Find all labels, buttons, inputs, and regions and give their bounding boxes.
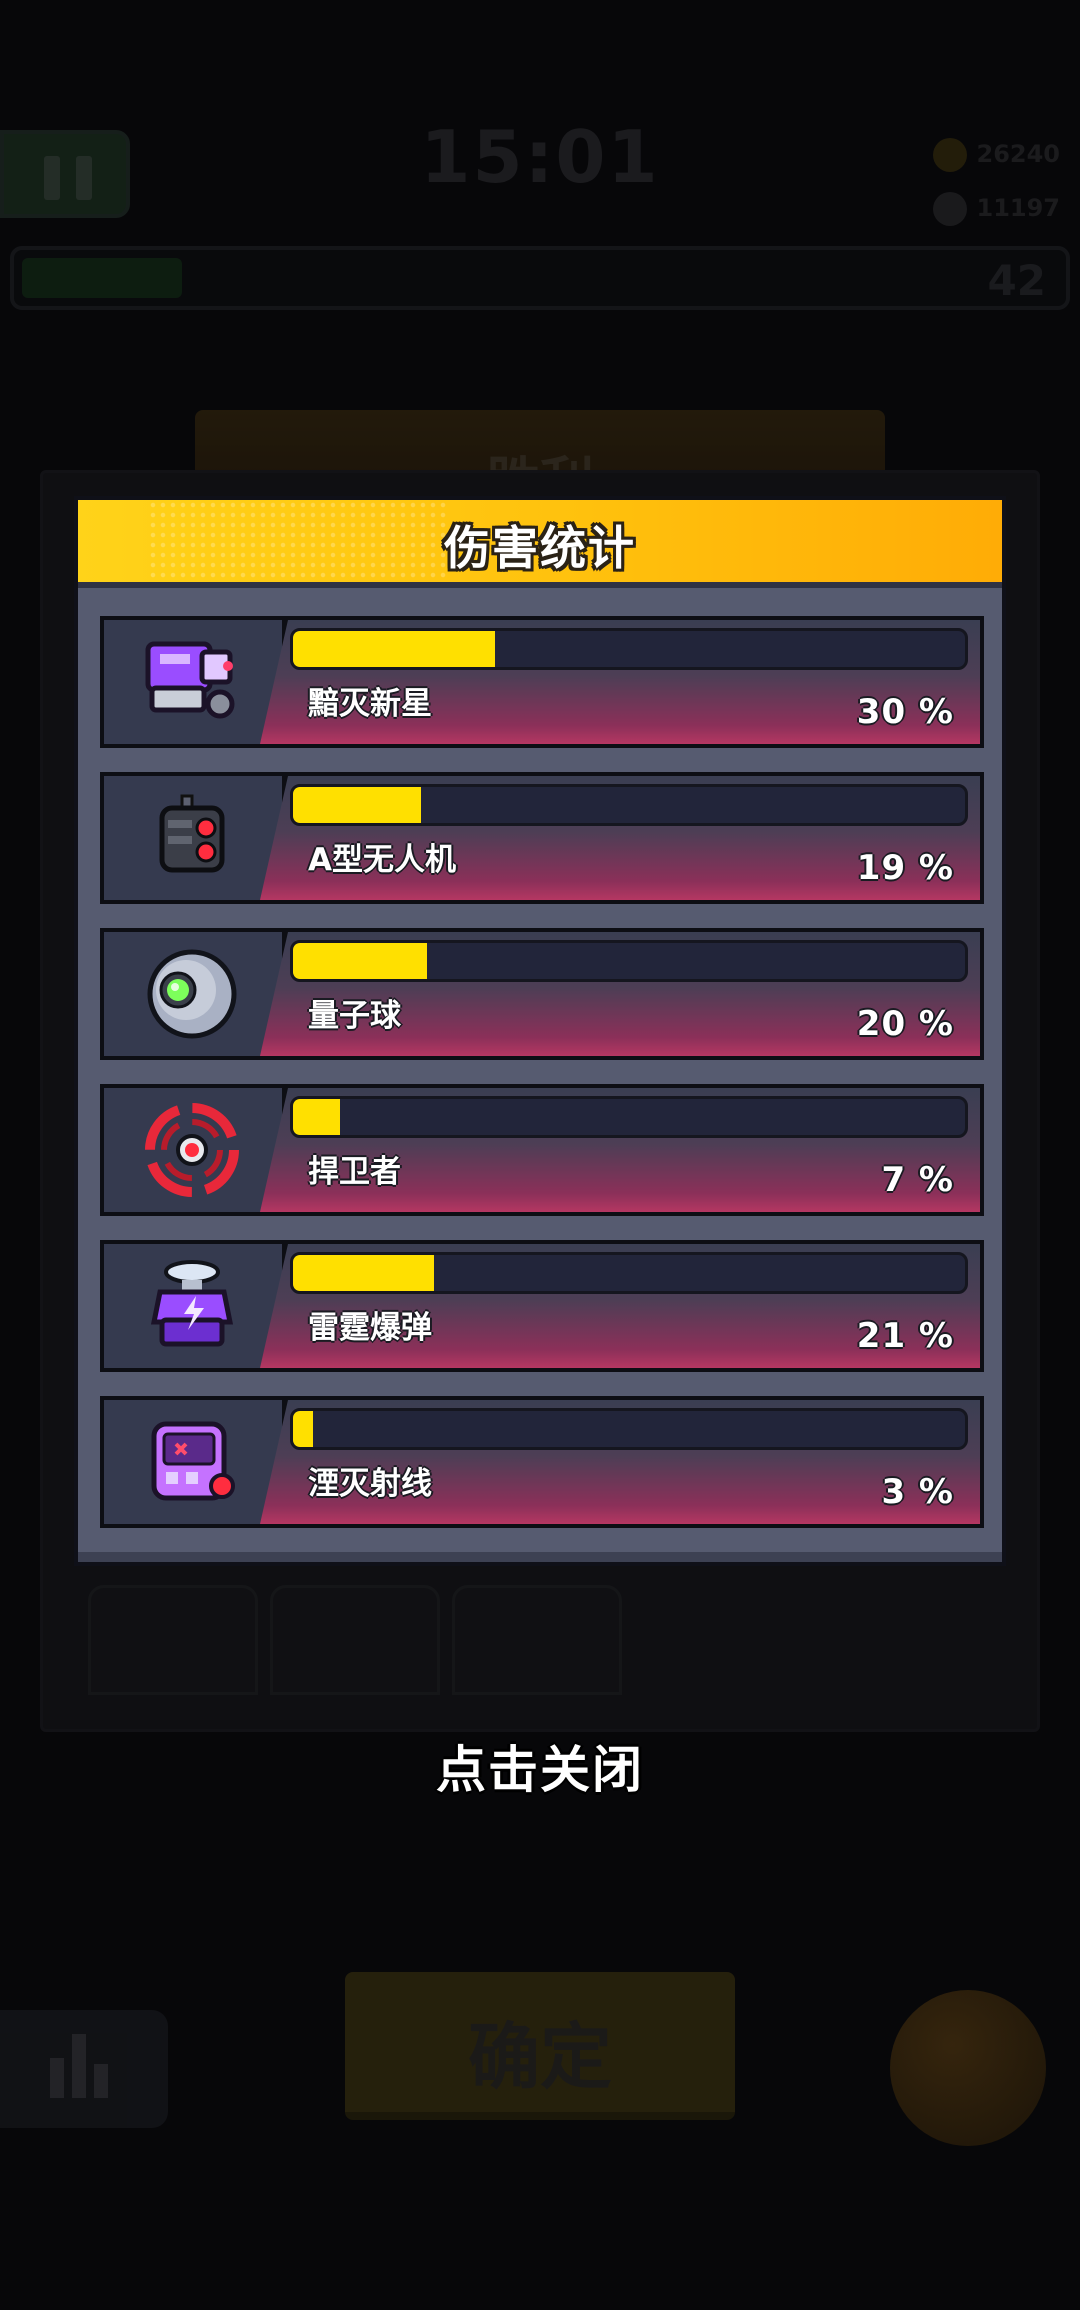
damage-bar-fill (293, 1255, 435, 1291)
damage-bar (290, 1252, 968, 1294)
damage-percent: 21 % (856, 1316, 954, 1356)
damage-bar (290, 940, 968, 982)
damage-percent: 3 % (881, 1472, 954, 1512)
level-number: 42 (987, 256, 1046, 305)
chart-icon-bar (94, 2064, 108, 2098)
tap-to-close-hint[interactable]: 点击关闭 (0, 1730, 1080, 1802)
damage-bar-fill (293, 631, 495, 667)
golden-ball-icon (890, 1990, 1046, 2146)
damage-bar (290, 1408, 968, 1450)
weapon-row: 湮灭射线 3 % (100, 1396, 984, 1528)
damage-bar-fill (293, 1411, 314, 1447)
weapon-row: 量子球 20 % (100, 928, 984, 1060)
damage-bar (290, 784, 968, 826)
weapon-name: A型无人机 (308, 842, 456, 878)
weapon-row: 雷霆爆弹 21 % (100, 1240, 984, 1372)
weapon-name: 雷霆爆弹 (308, 1310, 432, 1346)
weapon-name: 捍卫者 (308, 1154, 401, 1190)
weapon-row: 黯灭新星 30 % (100, 616, 984, 748)
chart-icon-bar (50, 2058, 64, 2098)
damage-bar-fill (293, 1099, 341, 1135)
kill-count: 11197 (976, 194, 1061, 222)
guardian-ring-icon (145, 1103, 239, 1197)
damage-percent: 19 % (856, 848, 954, 888)
damage-bar-fill (293, 787, 421, 823)
chart-icon-bar (72, 2034, 86, 2098)
equipment-slot (452, 1585, 622, 1695)
kill-counter: 11197 (932, 192, 1061, 226)
damage-bar-fill (293, 943, 428, 979)
weapon-row: 捍卫者 7 % (100, 1084, 984, 1216)
coin-counter: 26240 (932, 138, 1061, 172)
weapon-row: A型无人机 19 % (100, 772, 984, 904)
confirm-button[interactable]: 确定 (345, 1972, 735, 2120)
equipment-slot (270, 1585, 440, 1695)
equipment-slot (88, 1585, 258, 1695)
skull-icon (932, 192, 967, 226)
panel-title: 伤害统计 (444, 521, 636, 575)
experience-bar: 42 (10, 246, 1070, 310)
damage-percent: 20 % (856, 1004, 954, 1044)
drone-icon (159, 794, 225, 873)
thunder-bomb-icon (150, 1260, 234, 1347)
quantum-orb-icon (147, 949, 237, 1039)
weapon-name: 黯灭新星 (308, 686, 432, 722)
annihilation-ray-icon (151, 1421, 235, 1501)
damage-bar (290, 628, 968, 670)
purple-cannon-icon (145, 641, 235, 719)
damage-percent: 30 % (856, 692, 954, 732)
damage-bar (290, 1096, 968, 1138)
stats-chart-button[interactable] (0, 2010, 168, 2128)
panel-header: 伤害统计 (78, 500, 1002, 588)
coin-icon (932, 138, 967, 172)
weapon-name: 湮灭射线 (308, 1466, 432, 1502)
confirm-label: 确定 (467, 2015, 612, 2099)
damage-percent: 7 % (881, 1160, 954, 1200)
damage-stats-panel: 伤害统计 黯灭新星 30 % A型无人机 19 % 量子球 20 % 捍卫者 7… (74, 496, 1006, 1566)
experience-fill (22, 258, 182, 298)
coin-count: 26240 (976, 140, 1061, 168)
weapon-name: 量子球 (308, 998, 401, 1034)
game-timer: 15:01 (420, 115, 660, 199)
